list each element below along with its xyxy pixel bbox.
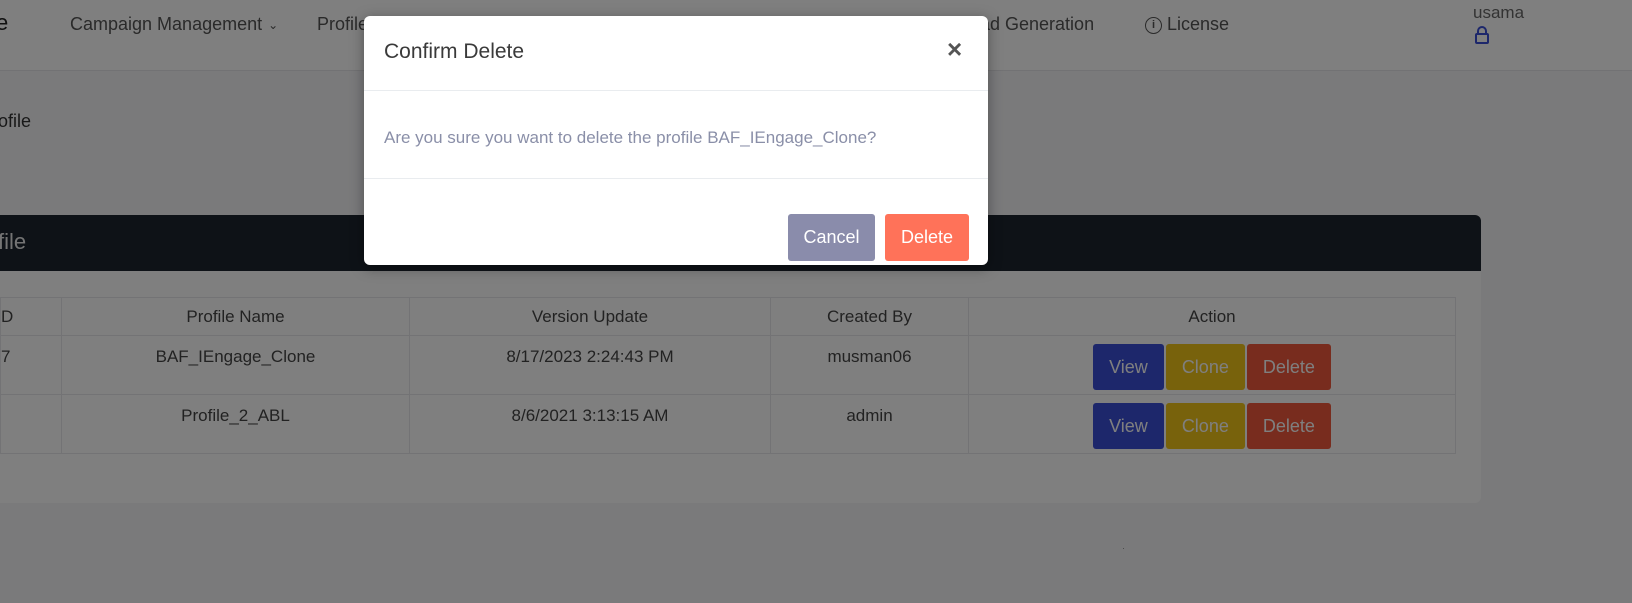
confirm-delete-dialog: Confirm Delete × Are you sure you want t… <box>364 16 988 265</box>
cancel-button[interactable]: Cancel <box>788 214 875 261</box>
modal-footer: Cancel Delete <box>364 179 988 265</box>
modal-message: Are you sure you want to delete the prof… <box>384 128 877 147</box>
confirm-delete-button[interactable]: Delete <box>885 214 969 261</box>
page: e Campaign Management⌄ Profile ad Genera… <box>0 0 1632 603</box>
modal-title: Confirm Delete <box>384 40 525 63</box>
close-icon[interactable]: × <box>947 36 962 62</box>
modal-header: Confirm Delete × <box>364 16 988 91</box>
modal-body: Are you sure you want to delete the prof… <box>364 91 988 179</box>
